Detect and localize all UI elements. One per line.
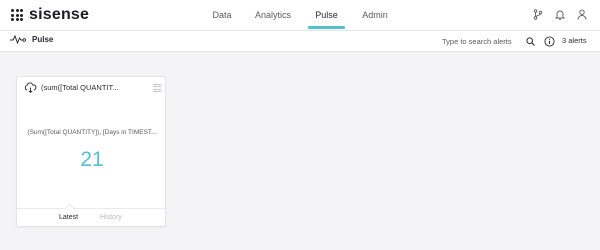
top-icons: [532, 8, 588, 20]
alert-card-title: (sum([Total QUANTIT...: [41, 83, 119, 92]
alert-card[interactable]: (sum([Total QUANTIT... (Sum([Total QUANT…: [16, 76, 167, 228]
alert-search: [436, 34, 540, 49]
sisense-logo[interactable]: sisense: [11, 6, 89, 24]
bell-icon[interactable]: [554, 8, 566, 20]
nav-item-pulse[interactable]: Pulse: [308, 0, 345, 31]
alert-card-value: 21: [80, 148, 104, 171]
active-tab-indicator: [64, 203, 75, 214]
search-icon[interactable]: [524, 36, 536, 48]
pulse-wave-icon: [10, 35, 26, 44]
tab-history[interactable]: History: [100, 214, 122, 221]
nav-item-analytics[interactable]: Analytics: [252, 0, 294, 31]
logo-dots-icon: [11, 9, 23, 21]
logo-text: sisense: [29, 6, 90, 23]
page-title: Pulse: [32, 35, 54, 44]
pulse-subbar: Pulse 3 alerts: [0, 31, 600, 52]
user-icon[interactable]: [576, 8, 588, 20]
nav-item-admin[interactable]: Admin: [360, 0, 390, 31]
alert-card-tabs: Latest History: [17, 203, 167, 228]
info-icon[interactable]: [544, 36, 555, 47]
cloud-alert-icon: [24, 82, 37, 94]
alert-card-subtitle: (Sum([Total QUANTITY]), [Days in TIMEST.…: [27, 129, 157, 136]
top-bar: sisense Data Analytics Pulse Admin: [0, 0, 600, 31]
search-input[interactable]: [436, 34, 524, 49]
alerts-count: 3 alerts: [562, 36, 587, 45]
nav-item-data[interactable]: Data: [207, 0, 237, 31]
tab-latest[interactable]: Latest: [59, 214, 78, 221]
pulse-header: Pulse: [10, 35, 53, 44]
drag-handle-icon[interactable]: [153, 84, 161, 93]
alert-card-header: (sum([Total QUANTIT...: [17, 77, 167, 99]
branch-icon[interactable]: [532, 8, 544, 20]
